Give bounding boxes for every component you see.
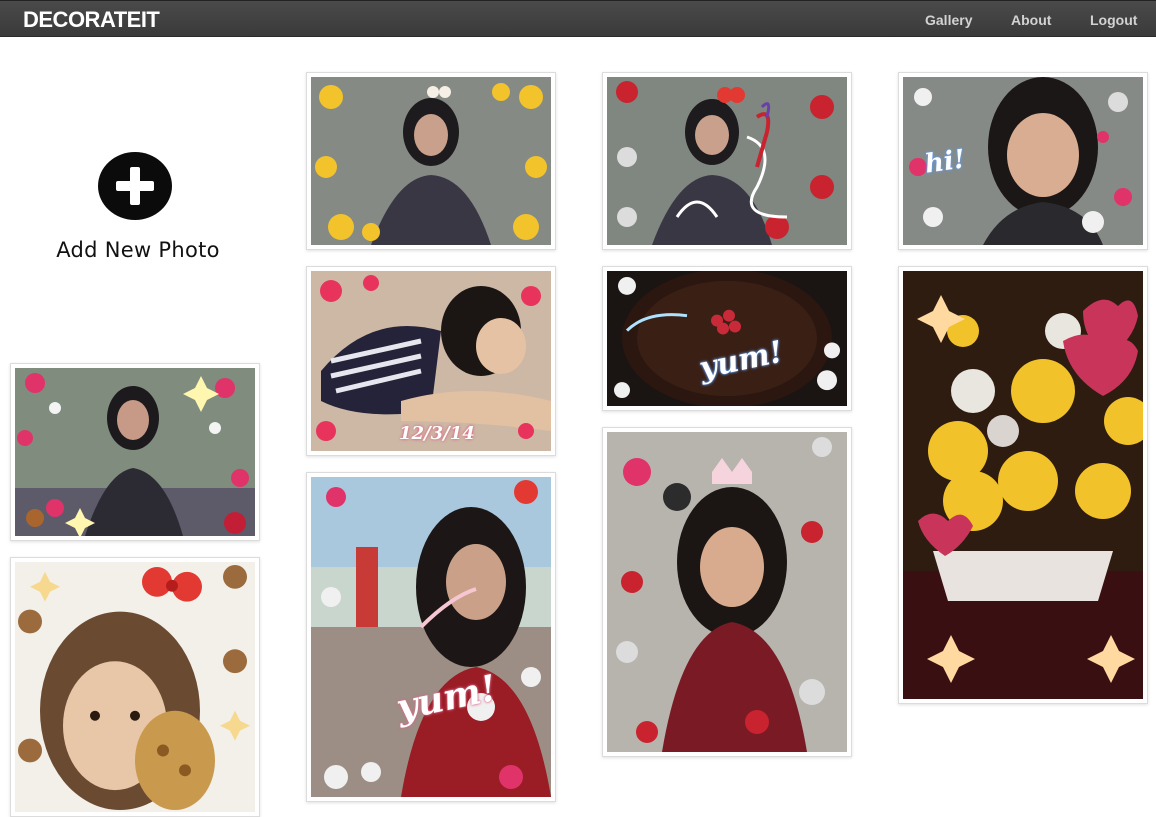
photo-card[interactable]: yum! (602, 266, 852, 411)
brand-logo[interactable]: DECORATEIT (23, 7, 160, 33)
plus-circle-icon[interactable] (98, 152, 172, 220)
photo-thumbnail (311, 77, 551, 245)
photo-thumbnail: 12/3/14 (311, 271, 551, 451)
photo-thumbnail: yum! (311, 477, 551, 797)
photo-thumbnail (15, 368, 255, 536)
top-navbar: DECORATEIT Gallery About Logout (0, 0, 1156, 37)
photo-card[interactable] (602, 72, 852, 250)
date-stamp-text: 12/3/14 (399, 423, 475, 444)
nav-link-logout[interactable]: Logout (1090, 12, 1137, 28)
photo-thumbnail (607, 432, 847, 752)
photo-thumbnail (903, 271, 1143, 699)
add-new-photo-button[interactable]: Add New Photo (40, 150, 230, 270)
photo-card[interactable] (602, 427, 852, 757)
nav-link-gallery[interactable]: Gallery (925, 12, 972, 28)
photo-card[interactable] (10, 557, 260, 817)
photo-thumbnail: yum! (607, 271, 847, 406)
nav-link-about[interactable]: About (1011, 12, 1051, 28)
photo-card[interactable] (306, 72, 556, 250)
photo-thumbnail (607, 77, 847, 245)
photo-thumbnail: hi! (903, 77, 1143, 245)
photo-card[interactable]: 12/3/14 (306, 266, 556, 456)
photo-card[interactable]: yum! (306, 472, 556, 802)
photo-card[interactable] (10, 363, 260, 541)
photo-card[interactable]: hi! (898, 72, 1148, 250)
photo-card[interactable] (898, 266, 1148, 704)
add-new-photo-label: Add New Photo (56, 238, 220, 262)
photo-thumbnail (15, 562, 255, 812)
hi-text: hi! (923, 144, 968, 180)
